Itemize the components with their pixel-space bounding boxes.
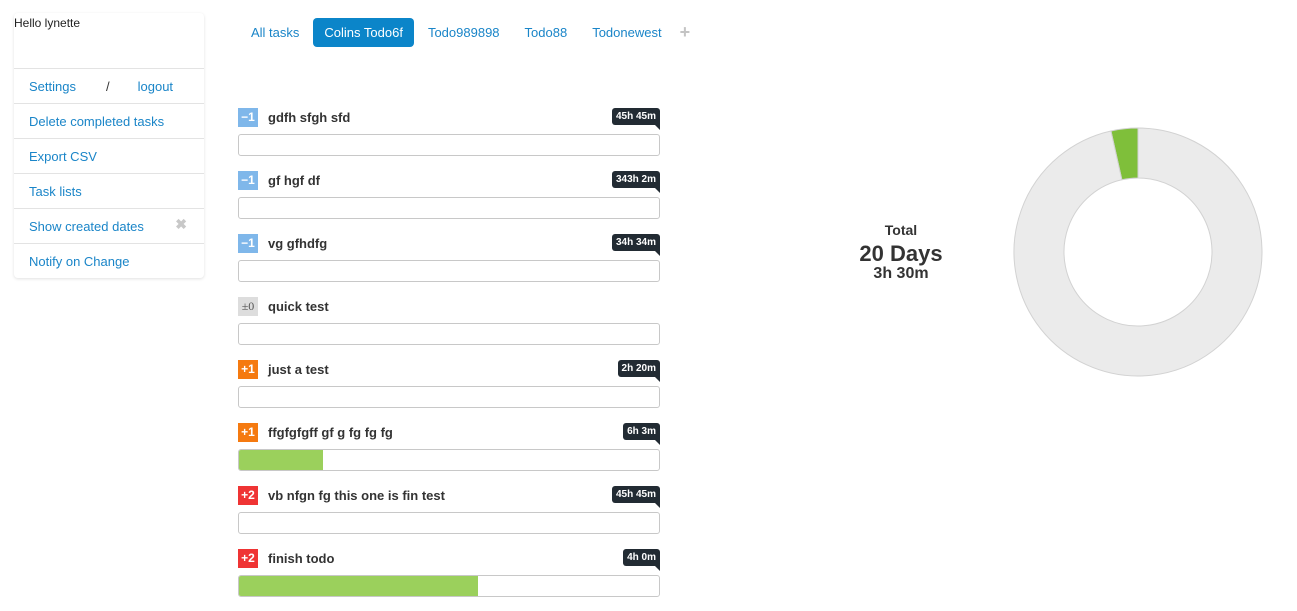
total-summary: Total 20 Days 3h 30m [830,222,972,283]
logout-link[interactable]: logout [138,79,173,94]
progress-donut-chart [1013,127,1263,377]
task-header: +1 ffgfgfgff gf g fg fg fg [238,422,660,442]
menu-item-label: Task lists [29,183,82,199]
show-created-dates-toggle[interactable]: Show created dates ✖ [14,208,204,243]
time-estimate-tag: 6h 3m [623,423,660,445]
time-estimate-tag: 34h 34m [611,234,661,256]
task-title[interactable]: gf hgf df [268,173,320,188]
separator: / [105,78,110,94]
total-label: Total [884,222,918,238]
user-greeting: Hello lynette [14,16,81,30]
time-estimate-tag: 4h 0m [623,549,660,571]
menu-item-label: Export CSV [29,148,97,164]
sidebar-menu: Hello lynette Settings / logout Delete c… [14,13,204,278]
task-title[interactable]: ffgfgfgff gf g fg fg fg [268,425,393,440]
task-item: +1 just a test 2h 20m [238,359,661,422]
donut-slice-remaining [1013,127,1263,377]
task-progress-bar[interactable] [238,386,660,408]
priority-badge[interactable]: +1 [238,422,258,442]
task-item: −1 gdfh sfgh sfd 45h 45m [238,107,661,170]
priority-badge[interactable]: +2 [238,485,258,505]
task-progress-bar[interactable] [238,449,660,471]
task-item: −1 vg gfhdfg 34h 34m [238,233,661,296]
settings-link[interactable]: Settings [29,79,76,94]
task-lists-link[interactable]: Task lists [14,173,204,208]
task-title[interactable]: vg gfhdfg [268,236,327,251]
menu-item-label: Notify on Change [29,253,130,269]
task-progress-bar[interactable] [238,323,660,345]
priority-badge[interactable]: +2 [238,548,258,568]
time-estimate-tag: 45h 45m [611,486,661,508]
task-header: −1 gdfh sfgh sfd [238,107,660,127]
priority-badge[interactable]: −1 [238,107,258,127]
task-header: +2 finish todo [238,548,660,568]
task-item: −1 gf hgf df 343h 2m [238,170,661,233]
task-title[interactable]: quick test [268,299,329,314]
tab-todo88[interactable]: Todo88 [514,18,579,47]
add-list-icon[interactable]: + [680,22,691,43]
task-progress-fill [239,450,323,470]
task-item: +2 vb nfgn fg this one is fin test 45h 45m [238,485,661,548]
task-item: +1 ffgfgfgff gf g fg fg fg 6h 3m [238,422,660,485]
task-title[interactable]: vb nfgn fg this one is fin test [268,488,445,503]
task-header: +2 vb nfgn fg this one is fin test [238,485,660,505]
priority-badge[interactable]: ±0 [238,296,258,316]
task-header: +1 just a test [238,359,660,379]
tab-colins-todo6f[interactable]: Colins Todo6f [313,18,414,47]
task-progress-bar[interactable] [238,260,660,282]
task-list: −1 gdfh sfgh sfd 45h 45m −1 gf hgf df 343h 2m… [238,107,661,611]
notify-on-change-link[interactable]: Notify on Change [14,243,204,278]
task-header: ±0 quick test [238,296,660,316]
priority-badge[interactable]: −1 [238,233,258,253]
time-estimate-tag: 343h 2m [611,171,661,193]
tab-todonewest[interactable]: Todonewest [581,18,672,47]
task-title[interactable]: just a test [268,362,329,377]
settings-logout-row: Settings / logout [14,68,204,103]
task-progress-bar[interactable] [238,197,660,219]
total-days: 20 Days [859,241,943,266]
priority-badge[interactable]: +1 [238,359,258,379]
task-list-tabs: All tasks Colins Todo6f Todo989898 Todo8… [240,18,690,47]
task-progress-fill [239,576,479,596]
task-progress-bar[interactable] [238,575,660,597]
task-item: ±0 quick test [238,296,660,359]
tab-all-tasks[interactable]: All tasks [240,18,310,47]
export-csv-link[interactable]: Export CSV [14,138,204,173]
close-icon[interactable]: ✖ [175,216,187,233]
menu-item-label: Delete completed tasks [29,113,165,129]
priority-badge[interactable]: −1 [238,170,258,190]
task-progress-bar[interactable] [238,134,660,156]
task-header: −1 gf hgf df [238,170,660,190]
total-hours: 3h 30m [873,265,929,282]
time-estimate-tag: 45h 45m [611,108,661,130]
tab-todo989898[interactable]: Todo989898 [417,18,511,47]
menu-item-label: Show created dates [29,218,144,234]
task-title[interactable]: finish todo [268,551,334,566]
delete-completed-tasks-link[interactable]: Delete completed tasks [14,103,204,138]
task-title[interactable]: gdfh sfgh sfd [268,110,350,125]
task-progress-bar[interactable] [238,512,660,534]
time-estimate-tag: 2h 20m [617,360,661,382]
task-item: +2 finish todo 4h 0m [238,548,660,611]
task-header: −1 vg gfhdfg [238,233,660,253]
